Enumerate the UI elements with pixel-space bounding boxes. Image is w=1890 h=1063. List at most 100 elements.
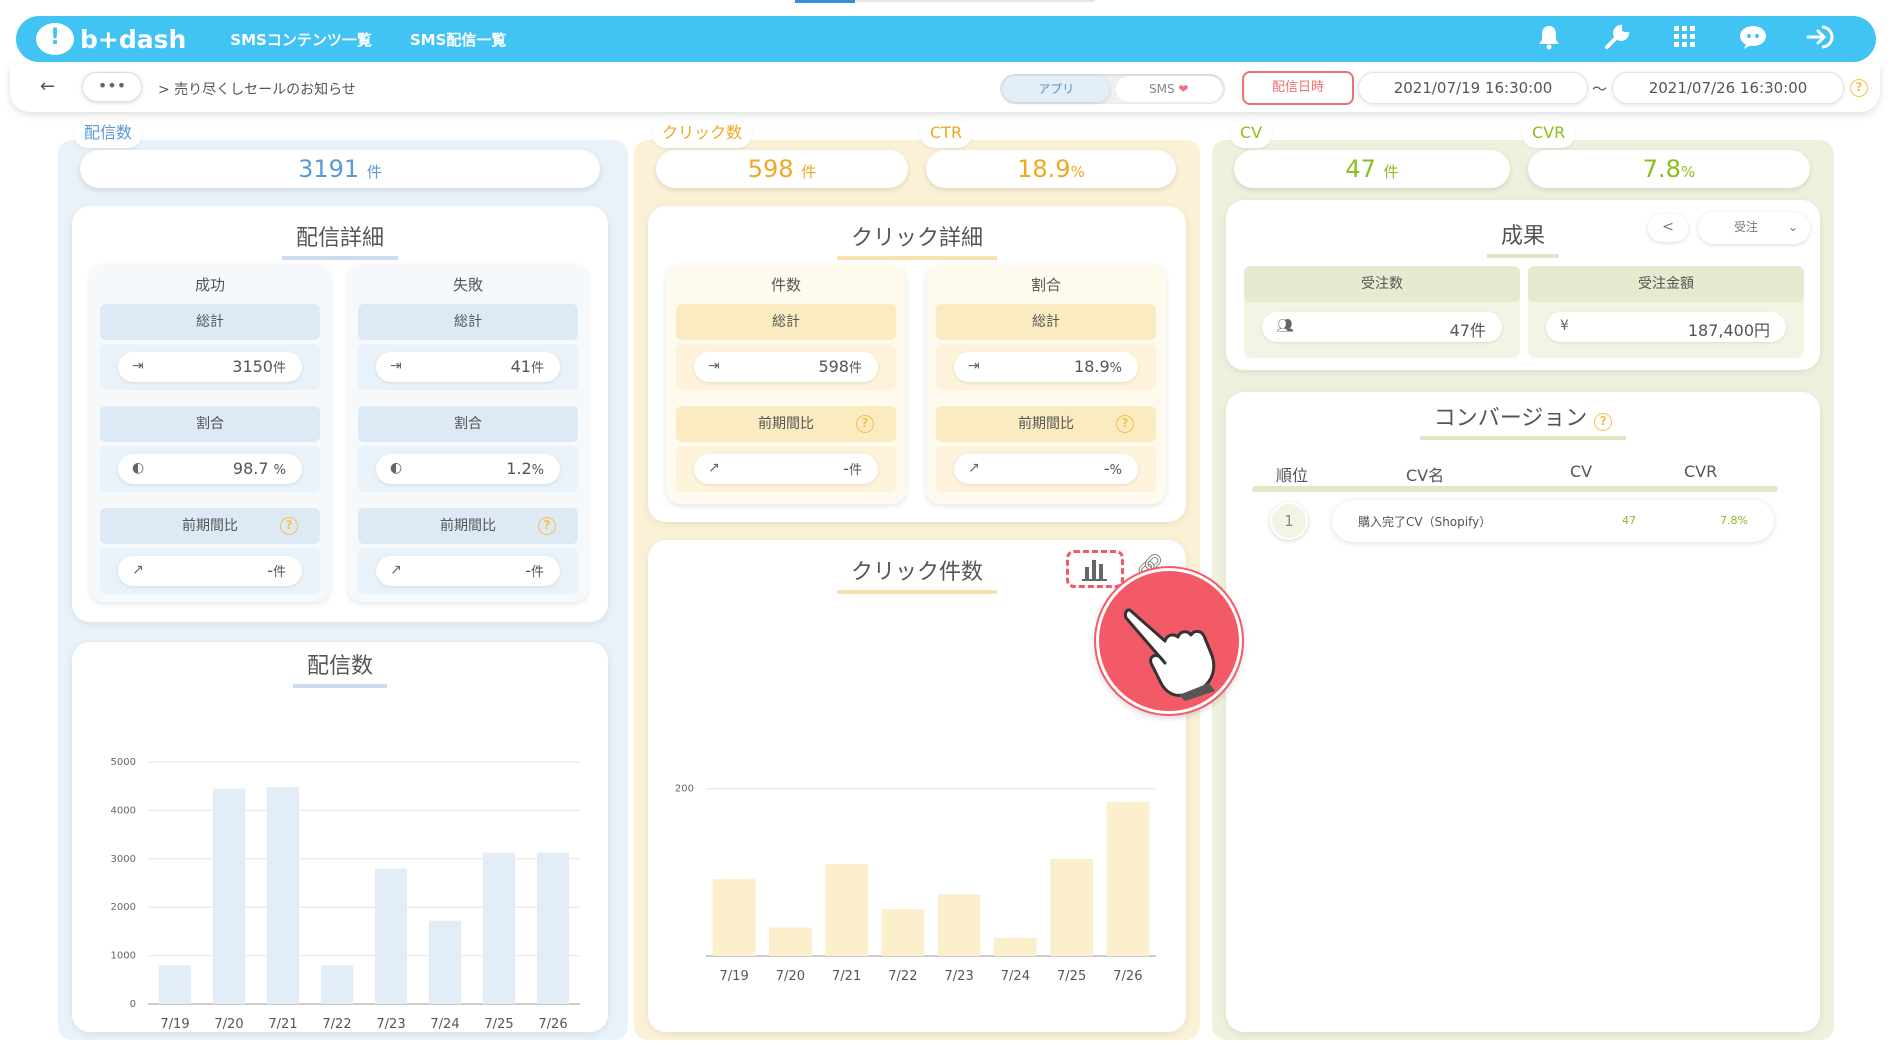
amount-panel: 受注金額 ¥187,400円 [1528, 266, 1804, 358]
success-panel: 成功 総計 ⇥ 3150件 割合 ◐ 98.7 % 前期間比? ↗ -件 [90, 264, 330, 602]
delivery-bar-chart: 0 1000 2000 3000 4000 5000 7/19 7/20 7/21 7/22 7/2… [111, 757, 580, 1032]
bar [212, 788, 246, 1004]
success-head: 成功 [194, 276, 225, 294]
delivery-detail-title: 配信詳細 [281, 220, 398, 260]
failure-prev-pill: ↗ -件 [376, 556, 560, 586]
cv-header-underline [1252, 486, 1778, 492]
failure-total-label: 総計 [358, 304, 578, 340]
send-icon: ⇥ [390, 358, 402, 374]
success-ratio-pill: ◐ 98.7 % [118, 454, 302, 484]
x-tick-label: 7/26 [538, 1017, 567, 1032]
trend-icon: ↗ [132, 562, 144, 578]
bar [428, 920, 462, 1004]
send-icon: ⇥ [968, 358, 980, 374]
click-ratio-head: 割合 [1030, 276, 1061, 294]
ctr-value: 18.9% [926, 150, 1176, 188]
conversion-title: コンバージョン ? [1419, 400, 1627, 440]
x-tick-label: 7/19 [160, 1017, 189, 1032]
x-tick-label: 7/21 [832, 969, 861, 984]
bar [1050, 858, 1093, 956]
delivery-chart-card: 配信数 0 1000 2000 3000 4000 5000 7/19 7/20 7/21 7/2… [72, 642, 608, 1032]
x-tick-label: 7/23 [376, 1017, 405, 1032]
nav-sms-contents[interactable]: SMSコンテンツ一覧 [230, 29, 372, 50]
click-chart-title: クリック件数 [836, 554, 997, 594]
click-detail-title: クリック詳細 [836, 220, 997, 260]
delivery-count-value: 3191 件 [80, 150, 600, 188]
click-ratio-prev-label: 前期間比 [1018, 416, 1074, 432]
failure-head: 失敗 [452, 276, 483, 294]
help-icon[interactable]: ? [280, 517, 298, 535]
cv-row-cvr: 7.8% [1720, 514, 1748, 527]
cvr-value: 7.8% [1528, 150, 1810, 188]
logo[interactable]: b+dash [36, 23, 186, 55]
ctr-label: CTR [920, 120, 973, 148]
date-from-field[interactable]: 2021/07/19 16:30:00 [1358, 72, 1588, 104]
cv-row-name: 購入完了CV（Shopify） [1358, 515, 1492, 529]
date-to-field[interactable]: 2021/07/26 16:30:00 [1612, 72, 1844, 104]
click-count-panel: 件数 総計 ⇥ 598件 前期間比? ↗ -件 [666, 264, 906, 504]
failure-prev-label: 前期間比 [440, 518, 496, 534]
help-icon[interactable]: ? [1116, 415, 1134, 433]
x-tick-label: 7/23 [945, 969, 974, 984]
delivery-date-button[interactable]: 配信日時 [1242, 71, 1354, 105]
orders-panel: 受注数 👥︎ 47件 [1244, 266, 1520, 358]
help-icon[interactable]: ? [1594, 413, 1613, 431]
y-tick-label: 0 [130, 999, 136, 1010]
pointing-hand-icon [1123, 608, 1216, 701]
help-icon[interactable]: ? [538, 517, 556, 535]
share-button[interactable]: < [1648, 214, 1688, 242]
bar [769, 927, 812, 956]
logo-text: b+dash [80, 24, 187, 54]
x-tick-label: 7/20 [214, 1017, 243, 1032]
x-tick-label: 7/25 [484, 1017, 513, 1032]
x-tick-label: 7/22 [888, 969, 917, 984]
support-chat-icon[interactable] [1738, 24, 1768, 55]
bar [881, 909, 925, 956]
share-icon: < [1662, 219, 1674, 235]
bell-icon[interactable] [1534, 24, 1564, 55]
cv-row[interactable]: 購入完了CV（Shopify） 47 7.8% [1332, 500, 1774, 542]
x-tick-label: 7/25 [1057, 969, 1086, 984]
cvr-label: CVR [1522, 120, 1576, 148]
click-ratio-prev-pill: ↗ -% [954, 454, 1138, 484]
help-icon[interactable]: ? [856, 415, 874, 433]
click-ratio-total-label: 総計 [936, 304, 1156, 340]
wrench-icon[interactable] [1602, 23, 1632, 56]
y-tick-label: 1000 [111, 951, 136, 962]
results-card: 成果 < 受注 ⌄ 受注数 👥︎ 47件 受注金額 ¥187,400円 [1226, 200, 1820, 370]
click-count-head: 件数 [770, 276, 801, 294]
bar [994, 937, 1037, 956]
bar [158, 965, 192, 1004]
bar [825, 864, 868, 956]
top-indicator [795, 0, 855, 3]
y-tick-label: 200 [675, 784, 694, 795]
nav-sms-deliveries[interactable]: SMS配信一覧 [410, 29, 507, 50]
bar [482, 852, 516, 1004]
toggle-app[interactable]: アプリ [1003, 76, 1110, 102]
pie-icon: ◐ [390, 460, 403, 476]
x-tick-label: 7/22 [322, 1017, 351, 1032]
send-icon: ⇥ [132, 358, 144, 374]
delivery-count-label: 配信数 [74, 120, 143, 148]
trend-icon: ↗ [708, 460, 720, 476]
bar [712, 879, 756, 956]
grid-icon[interactable] [1670, 25, 1700, 53]
y-tick-label: 3000 [111, 854, 136, 865]
result-type-select[interactable]: 受注 ⌄ [1698, 212, 1810, 244]
breadcrumb: > 売り尽くしセールのお知らせ [158, 82, 356, 98]
bar-chart-toggle-button[interactable] [1066, 550, 1124, 588]
help-icon[interactable]: ? [1850, 79, 1868, 97]
toggle-sms[interactable]: SMS ❤ [1115, 76, 1222, 102]
logout-icon[interactable] [1806, 24, 1836, 55]
x-tick-label: 7/19 [720, 969, 749, 984]
bar [937, 894, 981, 956]
cv-rank-badge: 1 [1270, 502, 1308, 540]
orders-label: 受注数 [1244, 266, 1520, 302]
more-button[interactable]: ••• [82, 72, 142, 102]
bar [320, 965, 354, 1004]
x-tick-label: 7/24 [430, 1017, 459, 1032]
logo-icon [36, 23, 74, 55]
back-arrow-icon[interactable]: ← [40, 76, 55, 97]
failure-panel: 失敗 総計 ⇥ 41件 割合 ◐ 1.2% 前期間比? ↗ -件 [348, 264, 588, 602]
date-range-separator: 〜 [1592, 80, 1608, 98]
